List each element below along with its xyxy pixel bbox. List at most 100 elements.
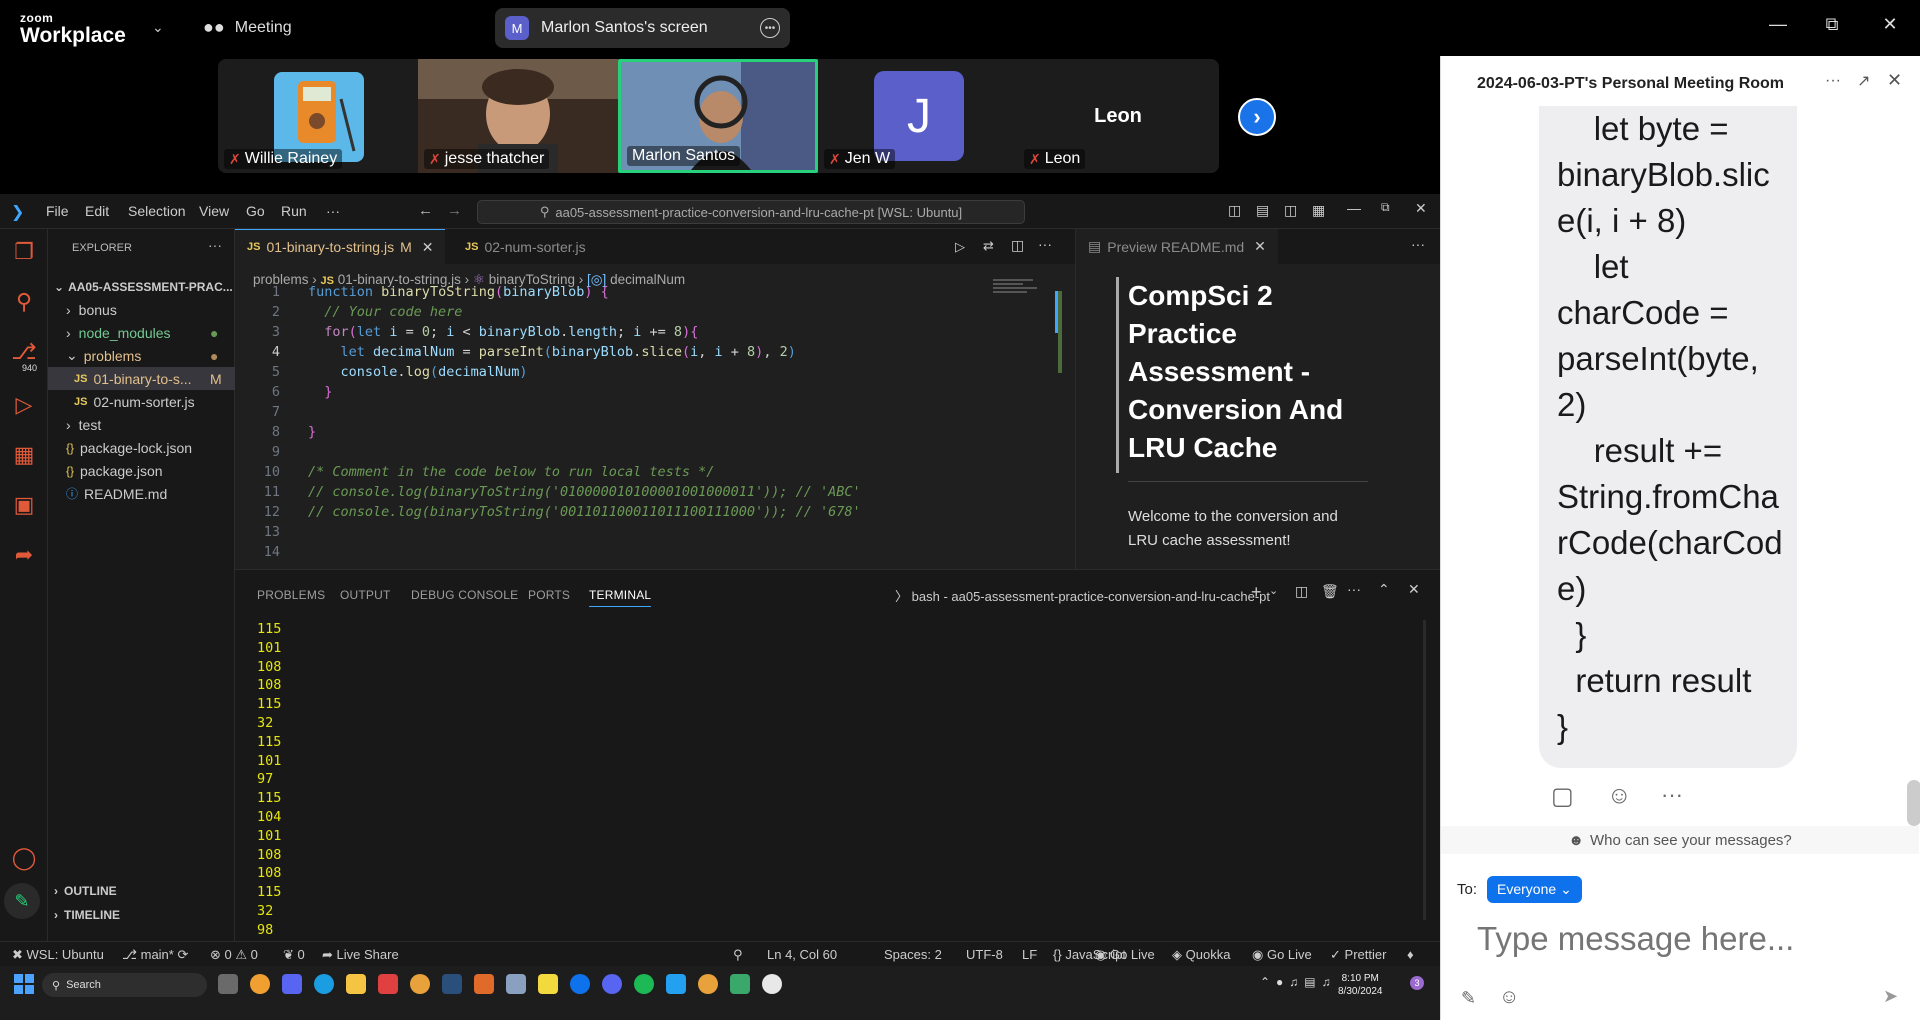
back-arrow-icon[interactable]: ←: [418, 202, 433, 219]
maximize-panel-icon[interactable]: ⌃: [1378, 581, 1390, 598]
chevron-down-icon[interactable]: ⌄: [152, 19, 164, 36]
more-icon[interactable]: ···: [1825, 72, 1841, 90]
windows-start-icon[interactable]: [14, 974, 34, 994]
close-icon[interactable]: ✕: [1878, 14, 1902, 35]
tree-item-active[interactable]: JS 01-binary-to-s... M: [48, 367, 235, 390]
tree-root[interactable]: ⌄ AA05-ASSESSMENT-PRAC...: [48, 275, 235, 298]
next-page-button[interactable]: ›: [1238, 98, 1276, 136]
tab-terminal[interactable]: TERMINAL: [589, 588, 652, 607]
zoom-app-icon[interactable]: [570, 974, 590, 994]
menu-more[interactable]: ···: [326, 203, 340, 219]
chevron-down-icon[interactable]: ⌄: [1269, 584, 1278, 597]
store-icon[interactable]: [378, 974, 398, 994]
more-icon[interactable]: ···: [208, 237, 222, 253]
ports-indicator[interactable]: ❦ 0: [283, 947, 305, 963]
encoding[interactable]: UTF-8: [966, 947, 1003, 962]
emoji-icon[interactable]: ☺: [1499, 986, 1519, 1009]
remote-explorer-icon[interactable]: ▣: [10, 492, 38, 520]
app-icon[interactable]: [474, 974, 494, 994]
end-of-line[interactable]: LF: [1022, 947, 1037, 962]
live-share-button[interactable]: ➦ Live Share: [322, 947, 399, 963]
search-icon[interactable]: ⚲: [10, 289, 38, 317]
menu-selection[interactable]: Selection: [128, 203, 186, 219]
extensions-icon[interactable]: ▦: [10, 442, 38, 470]
recipient-dropdown[interactable]: Everyone ⌄: [1487, 876, 1582, 903]
problems-indicator[interactable]: ⊗ 0 ⚠ 0: [210, 947, 258, 963]
tree-item[interactable]: ⓘ README.md: [48, 482, 235, 505]
close-icon[interactable]: ✕: [1254, 238, 1266, 255]
zoom-icon[interactable]: ⚲: [733, 947, 743, 963]
tree-item[interactable]: {} package.json: [48, 459, 235, 482]
format-icon[interactable]: ✎: [1461, 988, 1476, 1009]
outline-section[interactable]: › OUTLINE: [48, 879, 235, 902]
chrome-icon[interactable]: [698, 974, 718, 994]
who-can-see-link[interactable]: ☻ Who can see your messages?: [1441, 826, 1919, 854]
toggle-sidebar-icon[interactable]: ◫: [1228, 202, 1241, 219]
account-icon[interactable]: ◯: [10, 845, 38, 873]
spotify-icon[interactable]: [634, 974, 654, 994]
command-center-search[interactable]: ⚲ aa05-assessment-practice-conversion-an…: [477, 200, 1025, 224]
menu-go[interactable]: Go: [246, 203, 265, 219]
close-icon[interactable]: ✕: [1887, 70, 1902, 91]
new-terminal-icon[interactable]: +: [1251, 582, 1262, 603]
minimize-icon[interactable]: —: [1766, 14, 1790, 35]
branch-indicator[interactable]: ⎇ main* ⟳: [122, 947, 188, 963]
add-reaction-icon[interactable]: ☺: [1607, 782, 1632, 810]
tab-num-sorter[interactable]: JS 02-num-sorter.js: [453, 229, 598, 264]
participant-tile[interactable]: J ✗ Jen W: [818, 59, 1018, 173]
restore-icon[interactable]: ⧉: [1381, 200, 1390, 215]
discord-icon[interactable]: [602, 974, 622, 994]
toggle-panel-icon[interactable]: ▤: [1256, 202, 1269, 219]
chat-scrollbar[interactable]: [1907, 780, 1920, 826]
menu-view[interactable]: View: [199, 203, 229, 219]
cursor-position[interactable]: Ln 4, Col 60: [767, 947, 837, 962]
more-icon[interactable]: ···: [1038, 236, 1052, 252]
split-terminal-icon[interactable]: ◫: [1295, 583, 1308, 600]
tab-debug-console[interactable]: DEBUG CONSOLE: [411, 588, 518, 602]
edge-icon[interactable]: [314, 974, 334, 994]
reply-icon[interactable]: ▢: [1551, 782, 1574, 811]
tab-preview-readme[interactable]: ▤ Preview README.md ✕: [1076, 229, 1278, 264]
chrome-icon[interactable]: [410, 974, 430, 994]
quokka-button[interactable]: ◈ Quokka: [1172, 947, 1230, 963]
shared-screen-pill[interactable]: M Marlon Santos's screen •••: [495, 8, 790, 48]
menu-run[interactable]: Run: [281, 203, 307, 219]
terminal-output[interactable]: 115 101 108 108 115 32 115 101 97 115 10…: [257, 620, 281, 940]
prettier-button[interactable]: ✓ Prettier: [1330, 947, 1386, 963]
app-icon[interactable]: [250, 974, 270, 994]
timeline-section[interactable]: › TIMELINE: [48, 903, 235, 926]
app-icon[interactable]: [730, 974, 750, 994]
restore-icon[interactable]: ⧉: [1820, 14, 1844, 35]
tab-binary-to-string[interactable]: JS 01-binary-to-string.js M ✕: [235, 229, 446, 264]
minimize-icon[interactable]: —: [1347, 200, 1361, 216]
indentation[interactable]: Spaces: 2: [884, 947, 942, 962]
layout-icon[interactable]: ▦: [1312, 202, 1325, 219]
tree-item[interactable]: JS 02-num-sorter.js: [48, 390, 235, 413]
close-panel-icon[interactable]: ✕: [1408, 581, 1420, 598]
minimap[interactable]: [993, 277, 1043, 307]
tab-ports[interactable]: PORTS: [528, 588, 570, 602]
toggle-secondary-sidebar-icon[interactable]: ◫: [1284, 202, 1297, 219]
trash-icon[interactable]: 🗑: [1321, 583, 1339, 600]
live-share-icon[interactable]: ➦: [10, 542, 38, 570]
go-live-button-2[interactable]: ◉ Go Live: [1252, 947, 1312, 963]
vscode-app-icon[interactable]: [666, 974, 686, 994]
notification-badge[interactable]: 3: [1410, 976, 1424, 990]
settings-icon[interactable]: [506, 974, 526, 994]
tree-item[interactable]: › node_modules ●: [48, 321, 235, 344]
app-icon[interactable]: [282, 974, 302, 994]
run-icon[interactable]: ▷: [955, 239, 965, 255]
participant-tile[interactable]: Leon ✗ Leon: [1018, 59, 1218, 173]
taskbar-search[interactable]: ⚲ Search: [42, 973, 207, 997]
task-view-icon[interactable]: [218, 974, 238, 994]
edit-pencil-icon[interactable]: ✎: [4, 883, 40, 919]
tree-item[interactable]: › bonus: [48, 298, 235, 321]
more-icon[interactable]: •••: [760, 18, 780, 38]
tab-problems[interactable]: PROBLEMS: [257, 588, 325, 602]
forward-arrow-icon[interactable]: →: [447, 202, 462, 219]
slack-icon[interactable]: [762, 974, 782, 994]
terminal-selector[interactable]: 〉 bash - aa05-assessment-practice-conver…: [895, 586, 1270, 605]
go-live-button[interactable]: ◉ Go Live: [1095, 947, 1155, 963]
send-icon[interactable]: ➤: [1883, 986, 1898, 1007]
split-editor-icon[interactable]: ◫: [1011, 237, 1024, 254]
